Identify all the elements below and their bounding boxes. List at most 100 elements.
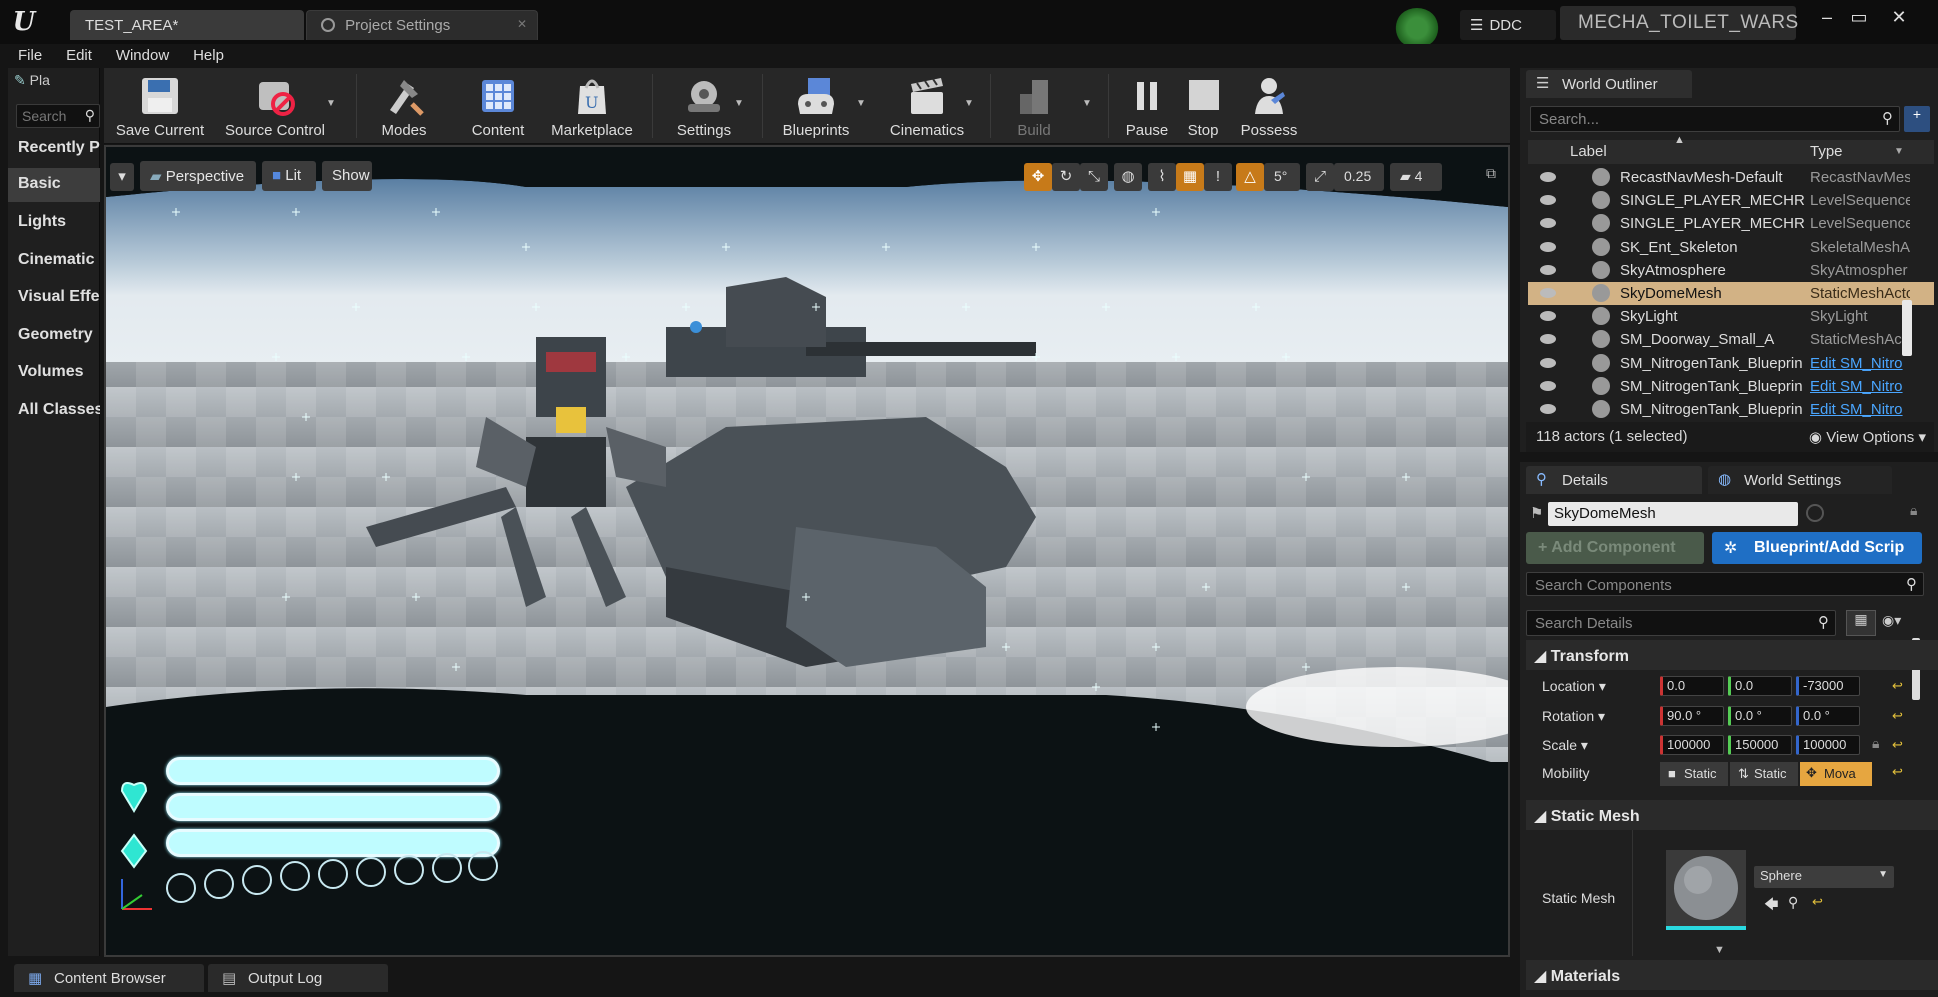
cinematics-dropdown-icon[interactable]: ▼ bbox=[964, 98, 974, 109]
possess-button[interactable]: Possess bbox=[1234, 74, 1304, 142]
lock-scale-icon[interactable]: 🔒︎ bbox=[1872, 735, 1879, 752]
rotation-label[interactable]: Rotation ▾ bbox=[1542, 708, 1605, 725]
location-x-field[interactable]: 0.0 bbox=[1660, 676, 1724, 696]
cinematics-button[interactable]: Cinematics bbox=[882, 74, 972, 142]
mobility-movable-button[interactable]: ✥ Mova bbox=[1800, 762, 1872, 786]
static-mesh-section-header[interactable]: ◢ Static Mesh bbox=[1526, 800, 1938, 830]
reset-to-default-icon[interactable]: ↩ bbox=[1892, 708, 1903, 724]
visibility-eye-icon[interactable] bbox=[1540, 404, 1556, 414]
build-dropdown-icon[interactable]: ▼ bbox=[1082, 98, 1092, 109]
place-search-input[interactable]: Search ⚲ bbox=[16, 104, 100, 128]
tab-project-settings[interactable]: Project Settings ✕ bbox=[306, 10, 538, 40]
tab-details[interactable]: ⚲ Details bbox=[1526, 466, 1702, 494]
perspective-button[interactable]: ▰ Perspective bbox=[140, 161, 256, 191]
scale-snap-value[interactable]: 0.25 bbox=[1334, 163, 1384, 191]
sort-ascending-icon[interactable]: ▲ bbox=[1674, 134, 1685, 146]
viewport-options-dropdown-icon[interactable]: ▾ bbox=[110, 163, 134, 191]
maximize-button[interactable]: ▭ bbox=[1844, 6, 1874, 30]
close-window-button[interactable]: ✕ bbox=[1884, 6, 1914, 30]
visibility-eye-icon[interactable] bbox=[1540, 311, 1556, 322]
tab-output-log[interactable]: ▤ Output Log bbox=[208, 964, 388, 992]
scale-x-field[interactable]: 100000 bbox=[1660, 735, 1724, 755]
edit-blueprint-link[interactable]: Edit SM_Nitro bbox=[1810, 378, 1910, 395]
marketplace-button[interactable]: U Marketplace bbox=[542, 74, 642, 142]
category-volumes[interactable]: Volumes bbox=[8, 356, 100, 390]
reset-to-default-icon[interactable]: ↩ bbox=[1892, 678, 1903, 694]
outliner-row[interactable]: RecastNavMesh-Default RecastNavMes bbox=[1528, 166, 1934, 189]
tab-content-browser[interactable]: ▦ Content Browser bbox=[14, 964, 204, 992]
outliner-row[interactable]: SK_Ent_Skeleton SkeletalMeshA bbox=[1528, 236, 1934, 259]
surface-snap-icon[interactable]: ⌇ bbox=[1148, 163, 1176, 191]
category-lights[interactable]: Lights bbox=[8, 206, 100, 240]
actor-name-input[interactable]: SkyDomeMesh bbox=[1548, 502, 1798, 526]
location-z-field[interactable]: -73000 bbox=[1796, 676, 1860, 696]
tab-test-area[interactable]: TEST_AREA* bbox=[70, 10, 304, 40]
visibility-eye-icon[interactable] bbox=[1540, 195, 1556, 206]
visibility-eye-icon[interactable] bbox=[1540, 172, 1556, 182]
pause-button[interactable]: Pause bbox=[1120, 74, 1174, 142]
browse-asset-icon[interactable]: ⚲ bbox=[1788, 894, 1798, 911]
lit-button[interactable]: ■ Lit bbox=[262, 161, 316, 191]
build-button[interactable]: Build bbox=[1002, 74, 1066, 142]
use-selected-asset-icon[interactable]: 🡄 bbox=[1764, 894, 1778, 918]
rotation-y-field[interactable]: 0.0 ° bbox=[1728, 706, 1792, 726]
static-mesh-dropdown[interactable]: Sphere ▼ bbox=[1754, 866, 1894, 888]
save-current-button[interactable]: Save Current bbox=[110, 74, 210, 142]
category-geometry[interactable]: Geometry bbox=[8, 319, 100, 353]
edit-blueprint-link[interactable]: Edit SM_Nitro bbox=[1810, 401, 1910, 418]
rotation-snap-value[interactable]: 5° bbox=[1264, 163, 1300, 191]
visibility-eye-icon[interactable] bbox=[1540, 241, 1556, 252]
blueprint-add-script-button[interactable]: ✲ Blueprint/Add Scrip bbox=[1712, 532, 1922, 564]
blueprints-button[interactable]: Blueprints bbox=[774, 74, 858, 142]
outliner-search-input[interactable]: Search... ⚲ bbox=[1530, 106, 1900, 132]
modes-button[interactable]: Modes bbox=[368, 74, 440, 142]
mesh-thumbnail[interactable] bbox=[1666, 850, 1746, 930]
view-options-button[interactable]: ◉ View Options ▾ bbox=[1809, 428, 1926, 446]
outliner-row[interactable]: SINGLE_PLAYER_MECHRO LevelSequence bbox=[1528, 189, 1934, 212]
maximize-viewport-icon[interactable]: ⧉ bbox=[1486, 165, 1496, 182]
search-components-input[interactable]: Search Components ⚲ bbox=[1526, 572, 1924, 596]
visibility-eye-icon[interactable] bbox=[1540, 380, 1556, 391]
tab-world-outliner[interactable]: ☰ World Outliner bbox=[1526, 70, 1692, 98]
grid-size-icon[interactable]: ! bbox=[1204, 163, 1232, 191]
close-icon[interactable]: ✕ bbox=[517, 17, 527, 31]
reset-to-default-icon[interactable]: ↩ bbox=[1892, 764, 1903, 780]
blueprints-dropdown-icon[interactable]: ▼ bbox=[856, 98, 866, 109]
show-button[interactable]: Show bbox=[322, 161, 372, 191]
help-icon[interactable] bbox=[1806, 504, 1824, 522]
menu-window[interactable]: Window bbox=[106, 44, 179, 67]
visibility-options-icon[interactable]: ◉▾ bbox=[1882, 612, 1901, 629]
property-matrix-icon[interactable]: ▦ bbox=[1846, 610, 1876, 636]
category-all-classes[interactable]: All Classes bbox=[8, 394, 100, 428]
rotation-snap-icon[interactable]: △ bbox=[1236, 163, 1264, 191]
scale-z-field[interactable]: 100000 bbox=[1796, 735, 1860, 755]
menu-file[interactable]: File bbox=[8, 44, 52, 67]
content-button[interactable]: Content bbox=[462, 74, 534, 142]
stop-button[interactable]: Stop bbox=[1180, 74, 1226, 142]
scale-mode-icon[interactable]: ⤡ bbox=[1080, 163, 1108, 191]
translate-mode-icon[interactable]: ✥ bbox=[1024, 163, 1052, 191]
category-cinematic[interactable]: Cinematic bbox=[8, 244, 100, 278]
add-component-button[interactable]: + Add Component bbox=[1526, 532, 1704, 564]
minimize-button[interactable]: – bbox=[1812, 6, 1842, 30]
settings-button[interactable]: Settings bbox=[664, 74, 744, 142]
add-folder-icon[interactable]: + bbox=[1904, 106, 1930, 132]
category-basic[interactable]: Basic bbox=[8, 168, 100, 202]
outliner-row[interactable]: SM_NitrogenTank_Blueprin Edit SM_Nitro bbox=[1528, 352, 1934, 375]
materials-section-header[interactable]: ◢ Materials bbox=[1526, 960, 1938, 990]
visibility-eye-icon[interactable] bbox=[1540, 357, 1556, 368]
column-label[interactable]: Label bbox=[1570, 143, 1607, 160]
visibility-eye-icon[interactable] bbox=[1540, 218, 1556, 229]
outliner-row[interactable]: SINGLE_PLAYER_MECHRO LevelSequence bbox=[1528, 212, 1934, 235]
outliner-row[interactable]: SkyAtmosphere SkyAtmospher bbox=[1528, 259, 1934, 282]
visibility-eye-icon[interactable] bbox=[1540, 334, 1556, 345]
tab-place[interactable]: ✎ Pla bbox=[14, 72, 94, 94]
expand-advanced-icon[interactable]: ▼ bbox=[1714, 944, 1725, 956]
settings-dropdown-icon[interactable]: ▼ bbox=[734, 98, 744, 109]
mobility-stationary-button[interactable]: ⇅ Static bbox=[1730, 762, 1798, 786]
rotation-z-field[interactable]: 0.0 ° bbox=[1796, 706, 1860, 726]
level-viewport[interactable]: ▾ ▰ Perspective ■ Lit Show ✥ ↻ ⤡ ◍ ⌇ ▦ !… bbox=[104, 145, 1510, 957]
rotation-x-field[interactable]: 90.0 ° bbox=[1660, 706, 1724, 726]
mobility-static-button[interactable]: ■ Static bbox=[1660, 762, 1728, 786]
visibility-eye-icon[interactable] bbox=[1540, 264, 1556, 275]
